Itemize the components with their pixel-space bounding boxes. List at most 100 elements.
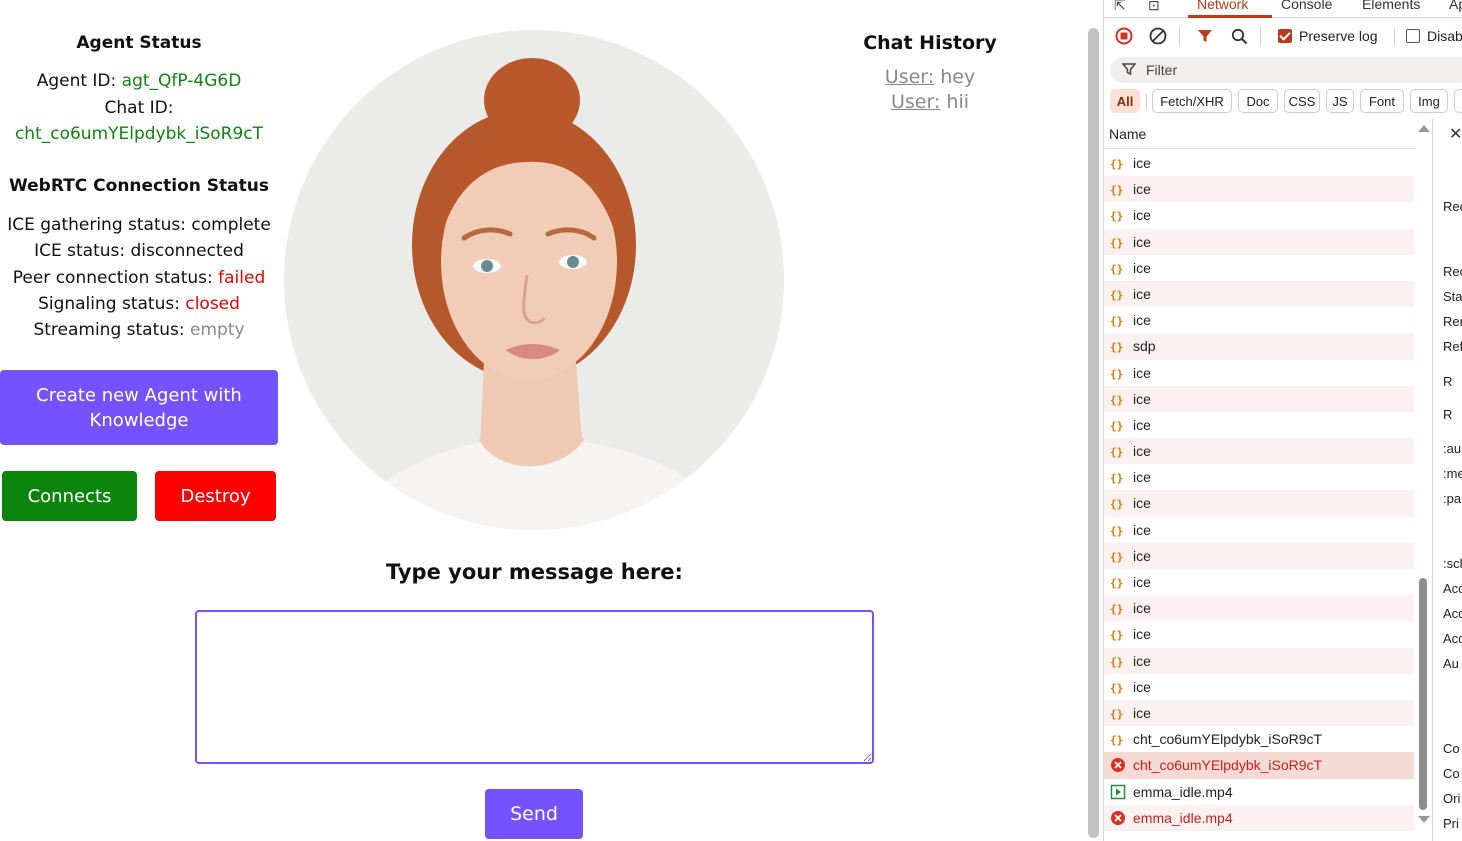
detail-field-label: Acc	[1443, 606, 1462, 621]
chat-message: User: hey	[830, 65, 1030, 90]
device-toolbar-icon[interactable]: ⊡	[1148, 0, 1160, 14]
svg-text:{}: {}	[1110, 419, 1123, 432]
svg-text:{}: {}	[1110, 472, 1123, 485]
svg-text:{}: {}	[1110, 236, 1123, 249]
request-details-pane: ✕ Rec Rec Sta Ren Ref R R:au:me:pa:sch Acc Acc Ac…	[1433, 119, 1462, 841]
svg-text:{}: {}	[1110, 262, 1123, 275]
xhr-braces-icon: {}	[1110, 731, 1126, 747]
active-tab-indicator	[1188, 15, 1272, 18]
scrollbar-thumb[interactable]	[1419, 578, 1427, 810]
error-icon	[1110, 757, 1126, 773]
request-row[interactable]: {} ice	[1104, 517, 1414, 543]
chip-img[interactable]: Img	[1410, 89, 1448, 113]
scroll-down-icon[interactable]	[1418, 816, 1430, 823]
request-row[interactable]: {} ice	[1104, 150, 1414, 176]
request-row[interactable]: {} ice	[1104, 490, 1414, 517]
request-row[interactable]: {} ice	[1104, 280, 1414, 308]
request-row[interactable]: {} ice	[1104, 385, 1414, 412]
ice-status: ICE status: disconnected	[0, 238, 278, 264]
scroll-up-icon[interactable]	[1418, 125, 1430, 132]
request-row[interactable]: {} ice	[1104, 595, 1414, 622]
xhr-braces-icon: {}	[1110, 495, 1126, 511]
create-agent-button[interactable]: Create new Agent with Knowledge	[0, 370, 278, 445]
request-row[interactable]: {} ice	[1104, 307, 1414, 333]
request-name: ice	[1133, 233, 1151, 250]
filter-icon[interactable]	[1195, 26, 1215, 46]
media-file-icon	[1110, 784, 1126, 800]
inspect-element-icon[interactable]: ⇱	[1114, 0, 1126, 14]
detail-field-label: :me	[1443, 466, 1462, 481]
page-scrollbar-thumb[interactable]	[1088, 28, 1099, 838]
chip-css[interactable]: CSS	[1284, 89, 1320, 113]
request-row[interactable]: {} ice	[1104, 542, 1414, 569]
svg-text:{}: {}	[1110, 655, 1123, 668]
detail-field-label: Ren	[1443, 314, 1462, 329]
request-row[interactable]: emma_idle.mp4	[1104, 804, 1414, 831]
xhr-braces-icon: {}	[1110, 312, 1126, 328]
filter-input[interactable]: Filter	[1110, 57, 1462, 83]
request-row[interactable]: {} ice	[1104, 176, 1414, 203]
request-row[interactable]: {} ice	[1104, 412, 1414, 438]
chip-font[interactable]: Font	[1360, 89, 1404, 113]
svg-text:{}: {}	[1110, 315, 1123, 328]
request-row[interactable]: {} ice	[1104, 438, 1414, 465]
request-name: ice	[1133, 364, 1151, 381]
request-row[interactable]: {} ice	[1104, 699, 1414, 727]
request-row[interactable]: {} ice	[1104, 464, 1414, 490]
close-details-icon[interactable]: ✕	[1449, 124, 1462, 144]
svg-text:{}: {}	[1110, 393, 1123, 406]
tab-application[interactable]: Ap	[1449, 0, 1462, 12]
search-icon[interactable]	[1229, 26, 1249, 46]
svg-text:{}: {}	[1110, 341, 1123, 354]
request-name: ice	[1133, 207, 1151, 224]
request-row[interactable]: {} ice	[1104, 255, 1414, 281]
clear-icon[interactable]	[1148, 26, 1168, 46]
request-name: ice	[1133, 547, 1151, 564]
request-row[interactable]: {} sdp	[1104, 333, 1414, 360]
chip-doc[interactable]: Doc	[1238, 89, 1278, 113]
tab-console[interactable]: Console	[1281, 0, 1332, 12]
agent-id-value: agt_QfP-4G6D	[121, 71, 242, 91]
request-row[interactable]: emma_idle.mp4	[1104, 779, 1414, 805]
destroy-button[interactable]: Destroy	[155, 471, 276, 521]
page-scrollbar[interactable]	[1086, 0, 1103, 841]
request-row[interactable]: {} ice	[1104, 674, 1414, 700]
record-stop-icon[interactable]	[1114, 26, 1134, 46]
peer-value: failed	[218, 268, 266, 288]
request-row[interactable]: {} ice	[1104, 228, 1414, 255]
agent-status-title: Agent Status	[76, 33, 202, 53]
connect-button[interactable]: Connects	[2, 471, 137, 521]
request-name: ice	[1133, 626, 1151, 643]
request-row[interactable]: {} ice	[1104, 647, 1414, 674]
request-name: cht_co6umYElpdybk_iSoR9cT	[1133, 731, 1323, 748]
send-button[interactable]: Send	[485, 789, 583, 839]
request-row[interactable]: {} ice	[1104, 360, 1414, 386]
request-name: ice	[1133, 390, 1151, 407]
chip-all[interactable]: All	[1110, 89, 1140, 113]
request-name: ice	[1133, 495, 1151, 512]
tab-elements[interactable]: Elements	[1362, 0, 1420, 12]
resource-type-filters: All Fetch/XHR Doc CSS JS Font Img	[1110, 89, 1462, 115]
tab-network[interactable]: Network	[1197, 0, 1248, 12]
request-row[interactable]: cht_co6umYElpdybk_iSoR9cT	[1104, 752, 1414, 779]
chip-js[interactable]: JS	[1326, 89, 1354, 113]
xhr-braces-icon: {}	[1110, 234, 1126, 250]
svg-text:{}: {}	[1110, 184, 1123, 197]
chat-message-user: User:	[890, 91, 941, 113]
request-row[interactable]: {} cht_co6umYElpdybk_iSoR9cT	[1104, 726, 1414, 752]
name-column-header[interactable]: Name	[1104, 119, 1416, 149]
request-row[interactable]: {} ice	[1104, 569, 1414, 595]
request-name: ice	[1133, 181, 1151, 198]
disable-cache-label: Disab	[1427, 28, 1462, 44]
message-input[interactable]	[195, 610, 874, 764]
xhr-braces-icon: {}	[1110, 391, 1126, 407]
request-row[interactable]: {} ice	[1104, 202, 1414, 228]
peer-connection-status: Peer connection status: failed	[0, 265, 278, 291]
disable-cache-checkbox[interactable]	[1406, 29, 1420, 43]
request-row[interactable]: {} ice	[1104, 621, 1414, 647]
request-list-scrollbar[interactable]	[1416, 119, 1430, 841]
xhr-braces-icon: {}	[1110, 338, 1126, 354]
chip-fetch-xhr[interactable]: Fetch/XHR	[1152, 89, 1232, 113]
preserve-log-checkbox[interactable]	[1278, 29, 1292, 43]
chip-more[interactable]	[1454, 89, 1462, 113]
